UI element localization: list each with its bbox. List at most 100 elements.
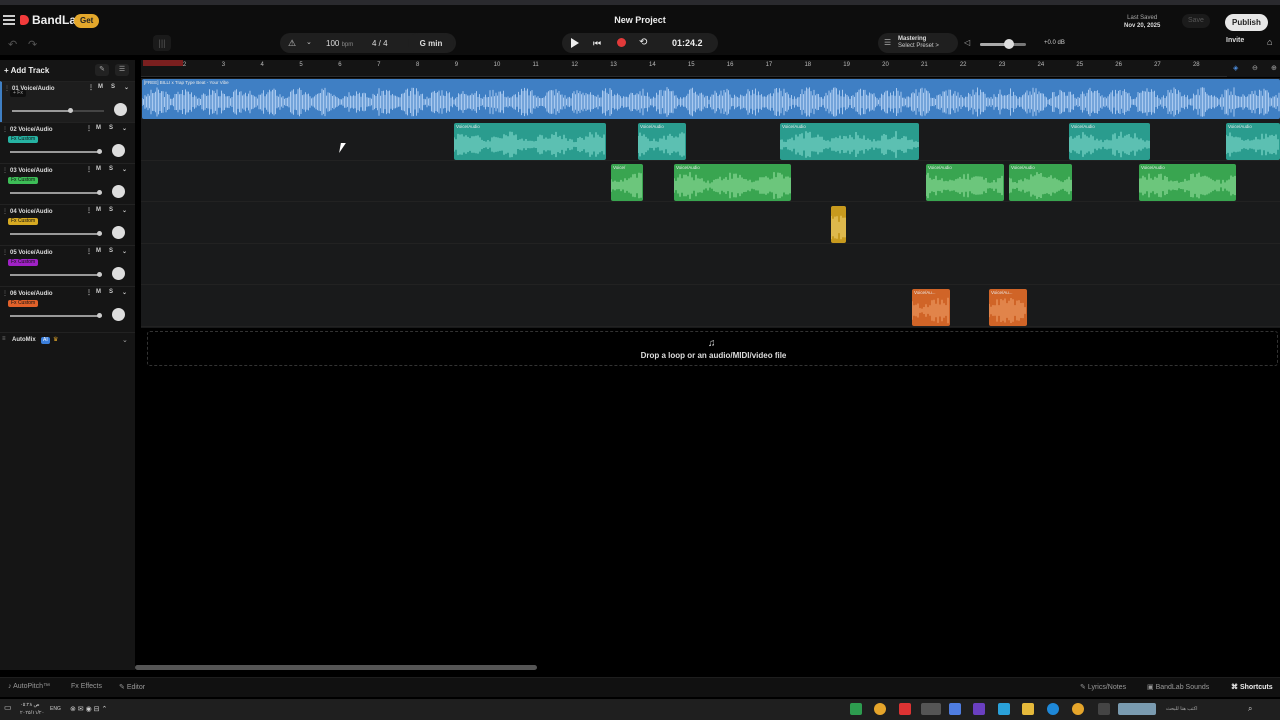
pan-knob[interactable] [112,144,125,157]
track-header[interactable]: ⋮ 05 Voice/Audio Fx Custom ⋮ M S ⌄ [0,245,135,286]
audio-clip[interactable]: Voice/ [611,164,643,201]
volume-knob[interactable] [68,108,73,113]
audio-clip[interactable]: Voice/Audio [780,122,919,160]
volume-slider-track[interactable] [980,43,1026,46]
mute-button[interactable]: M [96,166,101,172]
search-highlight-image[interactable] [1118,703,1156,715]
chevron-down-icon[interactable]: ⌄ [122,125,127,132]
track-name[interactable]: 04 Voice/Audio [10,209,53,215]
track-volume-slider[interactable] [10,272,102,277]
key-selector[interactable]: G min [408,33,454,53]
track-volume-slider[interactable] [10,231,102,236]
volume-knob[interactable] [97,272,102,277]
audio-clip[interactable] [831,205,846,243]
clock-time[interactable]: ص ٠٥:٢٨ [20,702,40,708]
pan-knob[interactable] [112,308,125,321]
fx-badge[interactable]: Fx Custom [8,300,39,307]
automix-row[interactable]: ≡ AutoMix AI ♛ ⌄ [0,332,135,346]
project-title[interactable]: New Project [540,15,740,25]
chevron-down-icon[interactable]: ⌄ [122,207,127,214]
mute-button[interactable]: M [96,207,101,213]
mute-button[interactable]: M [96,248,101,254]
app-icon[interactable] [998,703,1010,715]
track-lane[interactable] [141,286,1280,327]
track-name[interactable]: 06 Voice/Audio [10,291,53,297]
track-options-icon[interactable]: ⋮ [86,248,92,255]
solo-button[interactable]: S [109,289,113,295]
snap-grid-icon[interactable]: ||| [153,35,171,51]
audio-clip[interactable]: Voice/Audio [454,122,606,160]
mastering-button[interactable]: ☰ Mastering Select Preset > [878,33,958,53]
fx-badge[interactable]: Fx Custom [8,177,39,184]
track-name[interactable]: 02 Voice/Audio [10,127,53,133]
fx-badge[interactable]: Fx Custom [8,259,39,266]
pan-knob[interactable] [112,226,125,239]
task-view-icon[interactable] [1098,703,1110,715]
pan-knob[interactable] [112,267,125,280]
master-volume[interactable]: ◁ +0.0 dB [964,38,1074,50]
publish-button[interactable]: Publish [1225,14,1268,31]
save-button[interactable]: Save [1182,14,1210,28]
get-membership-button[interactable]: Get [74,14,100,28]
track-options-icon[interactable]: ⋮ [86,166,92,173]
solo-button[interactable]: S [109,166,113,172]
track-volume-slider[interactable] [12,108,104,113]
pan-knob[interactable] [112,185,125,198]
audio-clip[interactable]: Voice/Audio [1069,122,1150,160]
loop-icon[interactable]: ⟲ [639,37,647,48]
record-icon[interactable] [617,38,626,47]
zoom-in-icon[interactable]: ⊕ [1271,64,1277,72]
clock-date[interactable]: ٢٠٢٥/١١/٢٠ [20,710,44,716]
app-icon[interactable] [850,703,862,715]
track-settings-icon[interactable]: ☰ [115,64,129,76]
track-header[interactable]: ⋮ 01 Voice/Audio + Fx ⋮ M S ⌄ [0,81,135,122]
pan-knob[interactable] [114,103,127,116]
editor-tab[interactable]: ✎ Editor [119,683,145,691]
volume-knob[interactable] [97,149,102,154]
audio-clip[interactable]: Voice/Au... [912,288,950,326]
volume-knob[interactable] [97,313,102,318]
effects-tab[interactable]: Fx Effects [71,683,102,690]
mute-button[interactable]: M [98,84,103,90]
notification-icon[interactable]: ▭ [4,703,12,712]
zoom-out-icon[interactable]: ⊖ [1252,64,1258,72]
track-header[interactable]: ⋮ 04 Voice/Audio Fx Custom ⋮ M S ⌄ [0,204,135,245]
app-icon[interactable] [973,703,985,715]
horizontal-scrollbar[interactable] [135,665,537,670]
solo-button[interactable]: S [109,125,113,131]
beat-clip[interactable]: [FREE] BILLI x Trap Type Beat - Your Vib… [142,79,1280,119]
chevron-down-icon[interactable]: ⌄ [122,289,127,296]
hamburger-menu-icon[interactable] [3,13,15,27]
chrome-icon[interactable] [1072,703,1084,715]
chevron-down-icon[interactable]: ⌄ [122,336,128,344]
chevron-down-icon[interactable]: ⌄ [124,84,129,91]
language-indicator[interactable]: ENG [50,706,61,712]
skip-back-icon[interactable]: ⏮ [593,38,601,49]
metronome-icon[interactable]: ⚠ [288,38,296,49]
redo-icon[interactable]: ↷ [28,38,37,51]
shortcuts-tab[interactable]: ⌘ Shortcuts [1231,683,1273,691]
volume-slider-knob[interactable] [1004,39,1014,49]
bandlab-sounds-tab[interactable]: ▣ BandLab Sounds [1147,683,1209,691]
solo-button[interactable]: S [111,84,115,90]
chevron-down-icon[interactable]: ⌄ [306,38,312,46]
app-icon[interactable] [949,703,961,715]
tray-icons[interactable]: ⊗ ✉ ◉ ⊟ ⌃ [70,705,107,713]
pencil-icon[interactable]: ✎ [95,64,109,76]
track-options-icon[interactable]: ⋮ [88,84,94,91]
undo-icon[interactable]: ↶ [8,38,17,51]
audio-clip[interactable]: Voice/Au... [989,288,1027,326]
app-icon[interactable] [899,703,911,715]
track-options-icon[interactable]: ⋮ [86,125,92,132]
time-signature[interactable]: 4 / 4 [372,39,388,48]
edge-icon[interactable] [1047,703,1059,715]
track-options-icon[interactable]: ⋮ [86,207,92,214]
timeline-ruler[interactable]: 1234567891011121314151617181920212223242… [141,60,1280,77]
arrangement-view[interactable]: [FREE] BILLI x Trap Type Beat - Your Vib… [141,78,1280,328]
audio-clip[interactable]: Voice/Audio [638,122,686,160]
chevron-down-icon[interactable]: ⌄ [122,248,127,255]
mute-button[interactable]: M [96,125,101,131]
add-track-button[interactable]: + Add Track [4,66,49,75]
lyrics-notes-tab[interactable]: ✎ Lyrics/Notes [1080,683,1126,691]
track-lane[interactable] [141,244,1280,285]
